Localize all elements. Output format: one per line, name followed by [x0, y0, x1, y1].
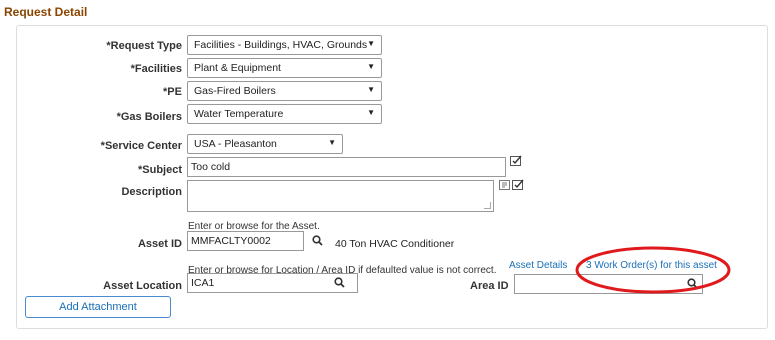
add-attachment-button[interactable]: Add Attachment [25, 296, 171, 318]
spell-check-icon[interactable] [510, 155, 523, 167]
spell-check-icon[interactable] [512, 179, 525, 191]
asset-details-link[interactable]: Asset Details [509, 260, 567, 271]
pe-select[interactable]: Gas-Fired Boilers ▼ [187, 81, 382, 101]
asset-location-input[interactable]: ICA1 [187, 273, 358, 293]
gas-boilers-value: Water Temperature [194, 108, 284, 120]
section-title: Request Detail [4, 5, 88, 19]
search-icon[interactable] [334, 277, 345, 288]
expand-text-icon[interactable] [499, 179, 511, 191]
request-type-select[interactable]: Facilities - Buildings, HVAC, Grounds ▼ [187, 35, 382, 55]
dropdown-arrow-icon: ▼ [367, 85, 375, 94]
request-type-label: *Request Type [106, 40, 182, 52]
gas-boilers-label: *Gas Boilers [116, 111, 182, 123]
resize-handle-icon[interactable] [484, 202, 491, 209]
service-center-select[interactable]: USA - Pleasanton ▼ [187, 134, 343, 154]
asset-id-input[interactable]: MMFACLTY0002 [187, 231, 304, 251]
search-icon[interactable] [312, 235, 323, 246]
asset-description: 40 Ton HVAC Conditioner [335, 238, 455, 250]
description-textarea[interactable] [187, 180, 494, 212]
service-center-value: USA - Pleasanton [194, 138, 277, 150]
facilities-value: Plant & Equipment [194, 62, 281, 74]
highlight-ellipse [575, 246, 731, 294]
gas-boilers-select[interactable]: Water Temperature ▼ [187, 104, 382, 124]
dropdown-arrow-icon: ▼ [328, 138, 336, 147]
asset-id-label: Asset ID [137, 238, 182, 250]
pe-label: *PE [163, 86, 182, 98]
dropdown-arrow-icon: ▼ [367, 39, 375, 48]
pe-value: Gas-Fired Boilers [194, 85, 276, 97]
facilities-select[interactable]: Plant & Equipment ▼ [187, 58, 382, 78]
request-type-value: Facilities - Buildings, HVAC, Grounds [194, 39, 368, 51]
dropdown-arrow-icon: ▼ [367, 62, 375, 71]
subject-input[interactable]: Too cold [187, 157, 506, 177]
facilities-label: *Facilities [130, 63, 182, 75]
dropdown-arrow-icon: ▼ [367, 108, 375, 117]
area-id-label: Area ID [470, 280, 509, 292]
subject-label: *Subject [137, 164, 182, 176]
asset-location-label: Asset Location [103, 280, 182, 292]
service-center-label: *Service Center [100, 140, 182, 152]
description-label: Description [121, 186, 182, 198]
